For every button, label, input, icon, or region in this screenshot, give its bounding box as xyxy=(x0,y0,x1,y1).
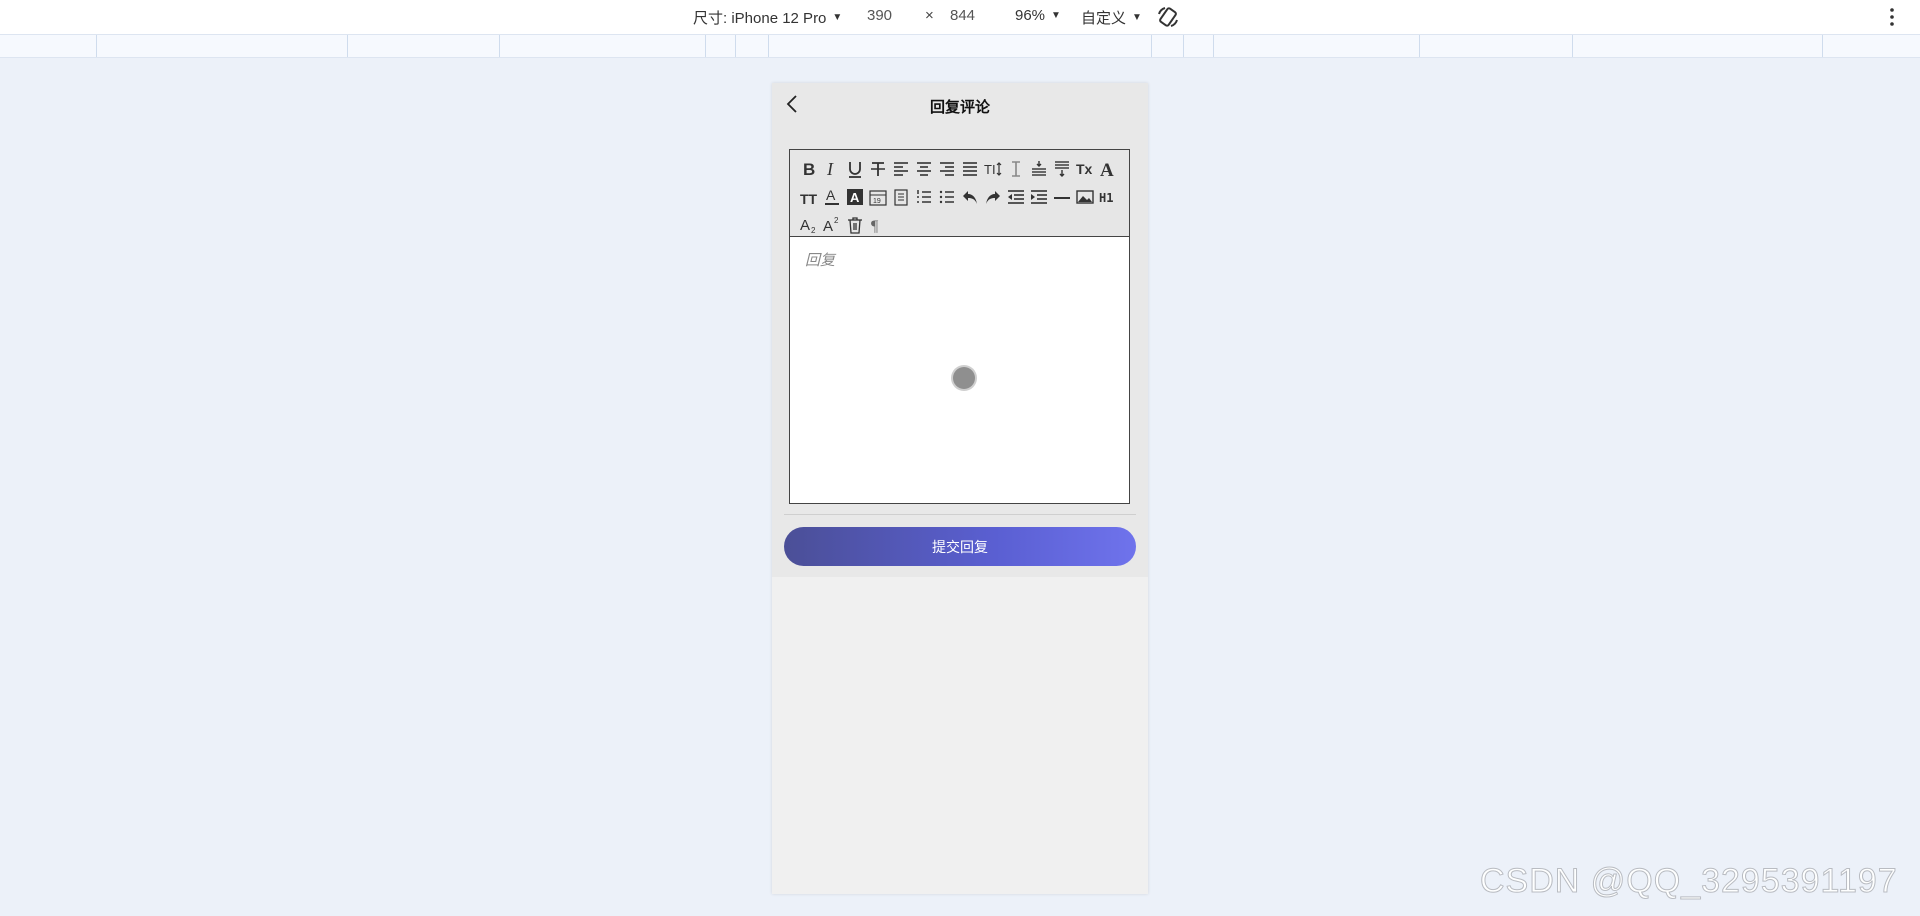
heading-icon[interactable]: H1 xyxy=(1096,183,1119,211)
dimension-separator: × xyxy=(925,7,934,24)
text-color-icon[interactable]: A xyxy=(820,183,843,211)
touch-cursor-indicator xyxy=(953,367,975,389)
space-before-icon[interactable] xyxy=(1027,155,1050,183)
divider-icon[interactable] xyxy=(1050,183,1073,211)
strikethrough-icon[interactable] xyxy=(866,155,889,183)
font-size-icon[interactable]: TT xyxy=(797,183,820,211)
caret-down-icon: ▼ xyxy=(832,12,843,23)
editor-toolbar: B I TI Tx A TT A A 19 H1 A 2 A 2 ¶ xyxy=(790,150,1129,237)
bold-icon[interactable]: B xyxy=(797,155,820,183)
throttle-label: 自定义 xyxy=(1081,10,1127,27)
media-query-ruler xyxy=(0,34,1920,58)
svg-text:Tx: Tx xyxy=(1076,161,1093,177)
undo-icon[interactable] xyxy=(958,183,981,211)
svg-text:I: I xyxy=(826,159,834,179)
throttle-select[interactable]: 自定义 ▼ xyxy=(1081,7,1142,28)
zoom-label: 96% xyxy=(1015,7,1046,24)
editor-placeholder: 回复 xyxy=(805,252,836,269)
svg-text:A: A xyxy=(850,190,860,205)
more-options-icon[interactable] xyxy=(1888,6,1896,28)
align-right-icon[interactable] xyxy=(935,155,958,183)
space-after-icon[interactable] xyxy=(1050,155,1073,183)
svg-text:TI: TI xyxy=(984,162,996,177)
svg-text:2: 2 xyxy=(811,226,816,235)
caret-down-icon: ▼ xyxy=(1132,12,1142,23)
paragraph-icon[interactable]: ¶ xyxy=(866,211,889,239)
indent-icon[interactable] xyxy=(1027,183,1050,211)
divider xyxy=(784,514,1136,515)
viewport-height-input[interactable]: 844 xyxy=(950,7,975,24)
zoom-select[interactable]: 96% ▼ xyxy=(1015,7,1061,24)
caret-down-icon: ▼ xyxy=(1051,10,1061,21)
clear-icon[interactable] xyxy=(843,211,866,239)
background-color-icon[interactable]: A xyxy=(843,183,866,211)
letter-spacing-icon[interactable]: TI xyxy=(981,155,1004,183)
svg-text:A: A xyxy=(1100,160,1114,179)
svg-text:B: B xyxy=(803,160,815,179)
reply-page: 回复评论 B I TI Tx A TT A A 19 H1 A 2 A 2 ¶ … xyxy=(772,83,1148,577)
viewport-width-input[interactable]: 390 xyxy=(867,7,892,24)
svg-text:A: A xyxy=(826,187,836,203)
underline-icon[interactable] xyxy=(843,155,866,183)
svg-text:19: 19 xyxy=(873,198,881,205)
align-left-icon[interactable] xyxy=(889,155,912,183)
bullet-list-icon[interactable] xyxy=(935,183,958,211)
outdent-icon[interactable] xyxy=(1004,183,1027,211)
watermark: CSDN @QQ_3295391197 xyxy=(1480,862,1898,901)
align-center-icon[interactable] xyxy=(912,155,935,183)
align-justify-icon[interactable] xyxy=(958,155,981,183)
svg-text:A: A xyxy=(800,217,810,234)
svg-text:¶: ¶ xyxy=(871,218,879,235)
clear-format-icon[interactable]: Tx xyxy=(1073,155,1096,183)
svg-text:A: A xyxy=(823,218,833,235)
date-icon[interactable]: 19 xyxy=(866,183,889,211)
redo-icon[interactable] xyxy=(981,183,1004,211)
device-label: 尺寸: iPhone 12 Pro xyxy=(693,10,827,27)
svg-text:2: 2 xyxy=(834,216,839,225)
superscript-icon[interactable]: A2 xyxy=(820,211,843,239)
ordered-list-icon[interactable] xyxy=(912,183,935,211)
subscript-icon[interactable]: A2 xyxy=(797,211,820,239)
svg-text:TT: TT xyxy=(800,191,818,207)
editor-content-area[interactable]: 回复 xyxy=(790,237,1129,503)
font-family-icon[interactable]: A xyxy=(1096,155,1119,183)
italic-icon[interactable]: I xyxy=(820,155,843,183)
rotate-icon[interactable] xyxy=(1156,5,1180,29)
line-height-icon[interactable] xyxy=(1004,155,1027,183)
nav-bar: 回复评论 xyxy=(772,83,1148,127)
svg-text:H1: H1 xyxy=(1099,191,1113,205)
page-title: 回复评论 xyxy=(929,99,990,116)
device-toolbar: 尺寸: iPhone 12 Pro ▼ 390 × 844 96% ▼ 自定义 … xyxy=(0,0,1920,34)
device-viewport: 回复评论 B I TI Tx A TT A A 19 H1 A 2 A 2 ¶ … xyxy=(772,83,1148,894)
submit-reply-button[interactable]: 提交回复 xyxy=(784,527,1136,566)
device-select[interactable]: 尺寸: iPhone 12 Pro ▼ xyxy=(693,7,842,28)
time-icon[interactable] xyxy=(889,183,912,211)
image-icon[interactable] xyxy=(1073,183,1096,211)
rich-text-editor: B I TI Tx A TT A A 19 H1 A 2 A 2 ¶ 回复 xyxy=(789,149,1130,504)
